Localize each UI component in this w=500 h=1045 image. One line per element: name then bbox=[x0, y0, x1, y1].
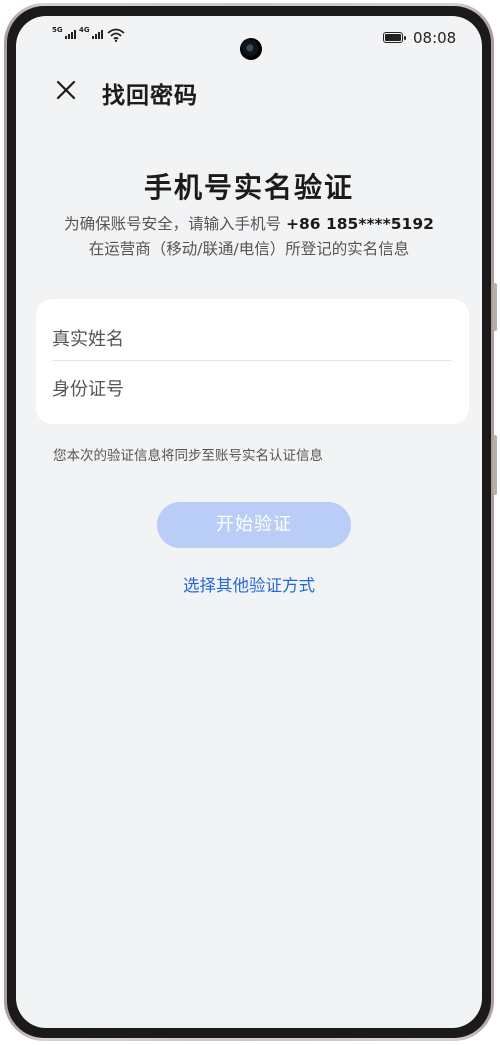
volume-button bbox=[493, 283, 497, 331]
signal-sim1-icon: 5G bbox=[52, 26, 76, 39]
battery-icon bbox=[383, 32, 406, 43]
real-name-input[interactable] bbox=[52, 319, 452, 359]
phone-bezel: 5G 4G 08:08 找回密码 手机号实名验证 为确保账号安全，请输入手机号 … bbox=[7, 6, 491, 1038]
close-icon[interactable] bbox=[54, 78, 78, 102]
field-divider bbox=[52, 360, 452, 361]
signal-sim2-icon: 4G bbox=[79, 26, 103, 39]
description-line1: 为确保账号安全，请输入手机号 +86 185****5192 bbox=[16, 212, 482, 234]
id-number-input[interactable] bbox=[52, 369, 452, 409]
wifi-icon bbox=[107, 28, 125, 42]
power-button bbox=[493, 435, 497, 495]
verification-title: 手机号实名验证 bbox=[143, 171, 354, 204]
other-verification-method-link[interactable]: 选择其他验证方式 bbox=[16, 572, 482, 596]
description-prefix: 为确保账号安全，请输入手机号 bbox=[64, 215, 282, 233]
sync-notice: 您本次的验证信息将同步至账号实名认证信息 bbox=[53, 448, 323, 464]
screen: 5G 4G 08:08 找回密码 手机号实名验证 为确保账号安全，请输入手机号 … bbox=[16, 16, 482, 1028]
identity-form-card bbox=[36, 299, 469, 424]
start-verification-button[interactable]: 开始验证 bbox=[157, 502, 351, 548]
phone-frame: 5G 4G 08:08 找回密码 手机号实名验证 为确保账号安全，请输入手机号 … bbox=[4, 3, 497, 1041]
front-camera bbox=[240, 38, 262, 60]
status-bar: 5G 4G 08:08 bbox=[16, 16, 482, 60]
status-time: 08:08 bbox=[413, 29, 457, 47]
page-title: 找回密码 bbox=[102, 83, 198, 109]
description-line2: 在运营商（移动/联通/电信）所登记的实名信息 bbox=[88, 240, 410, 258]
masked-phone-number: +86 185****5192 bbox=[286, 215, 434, 233]
